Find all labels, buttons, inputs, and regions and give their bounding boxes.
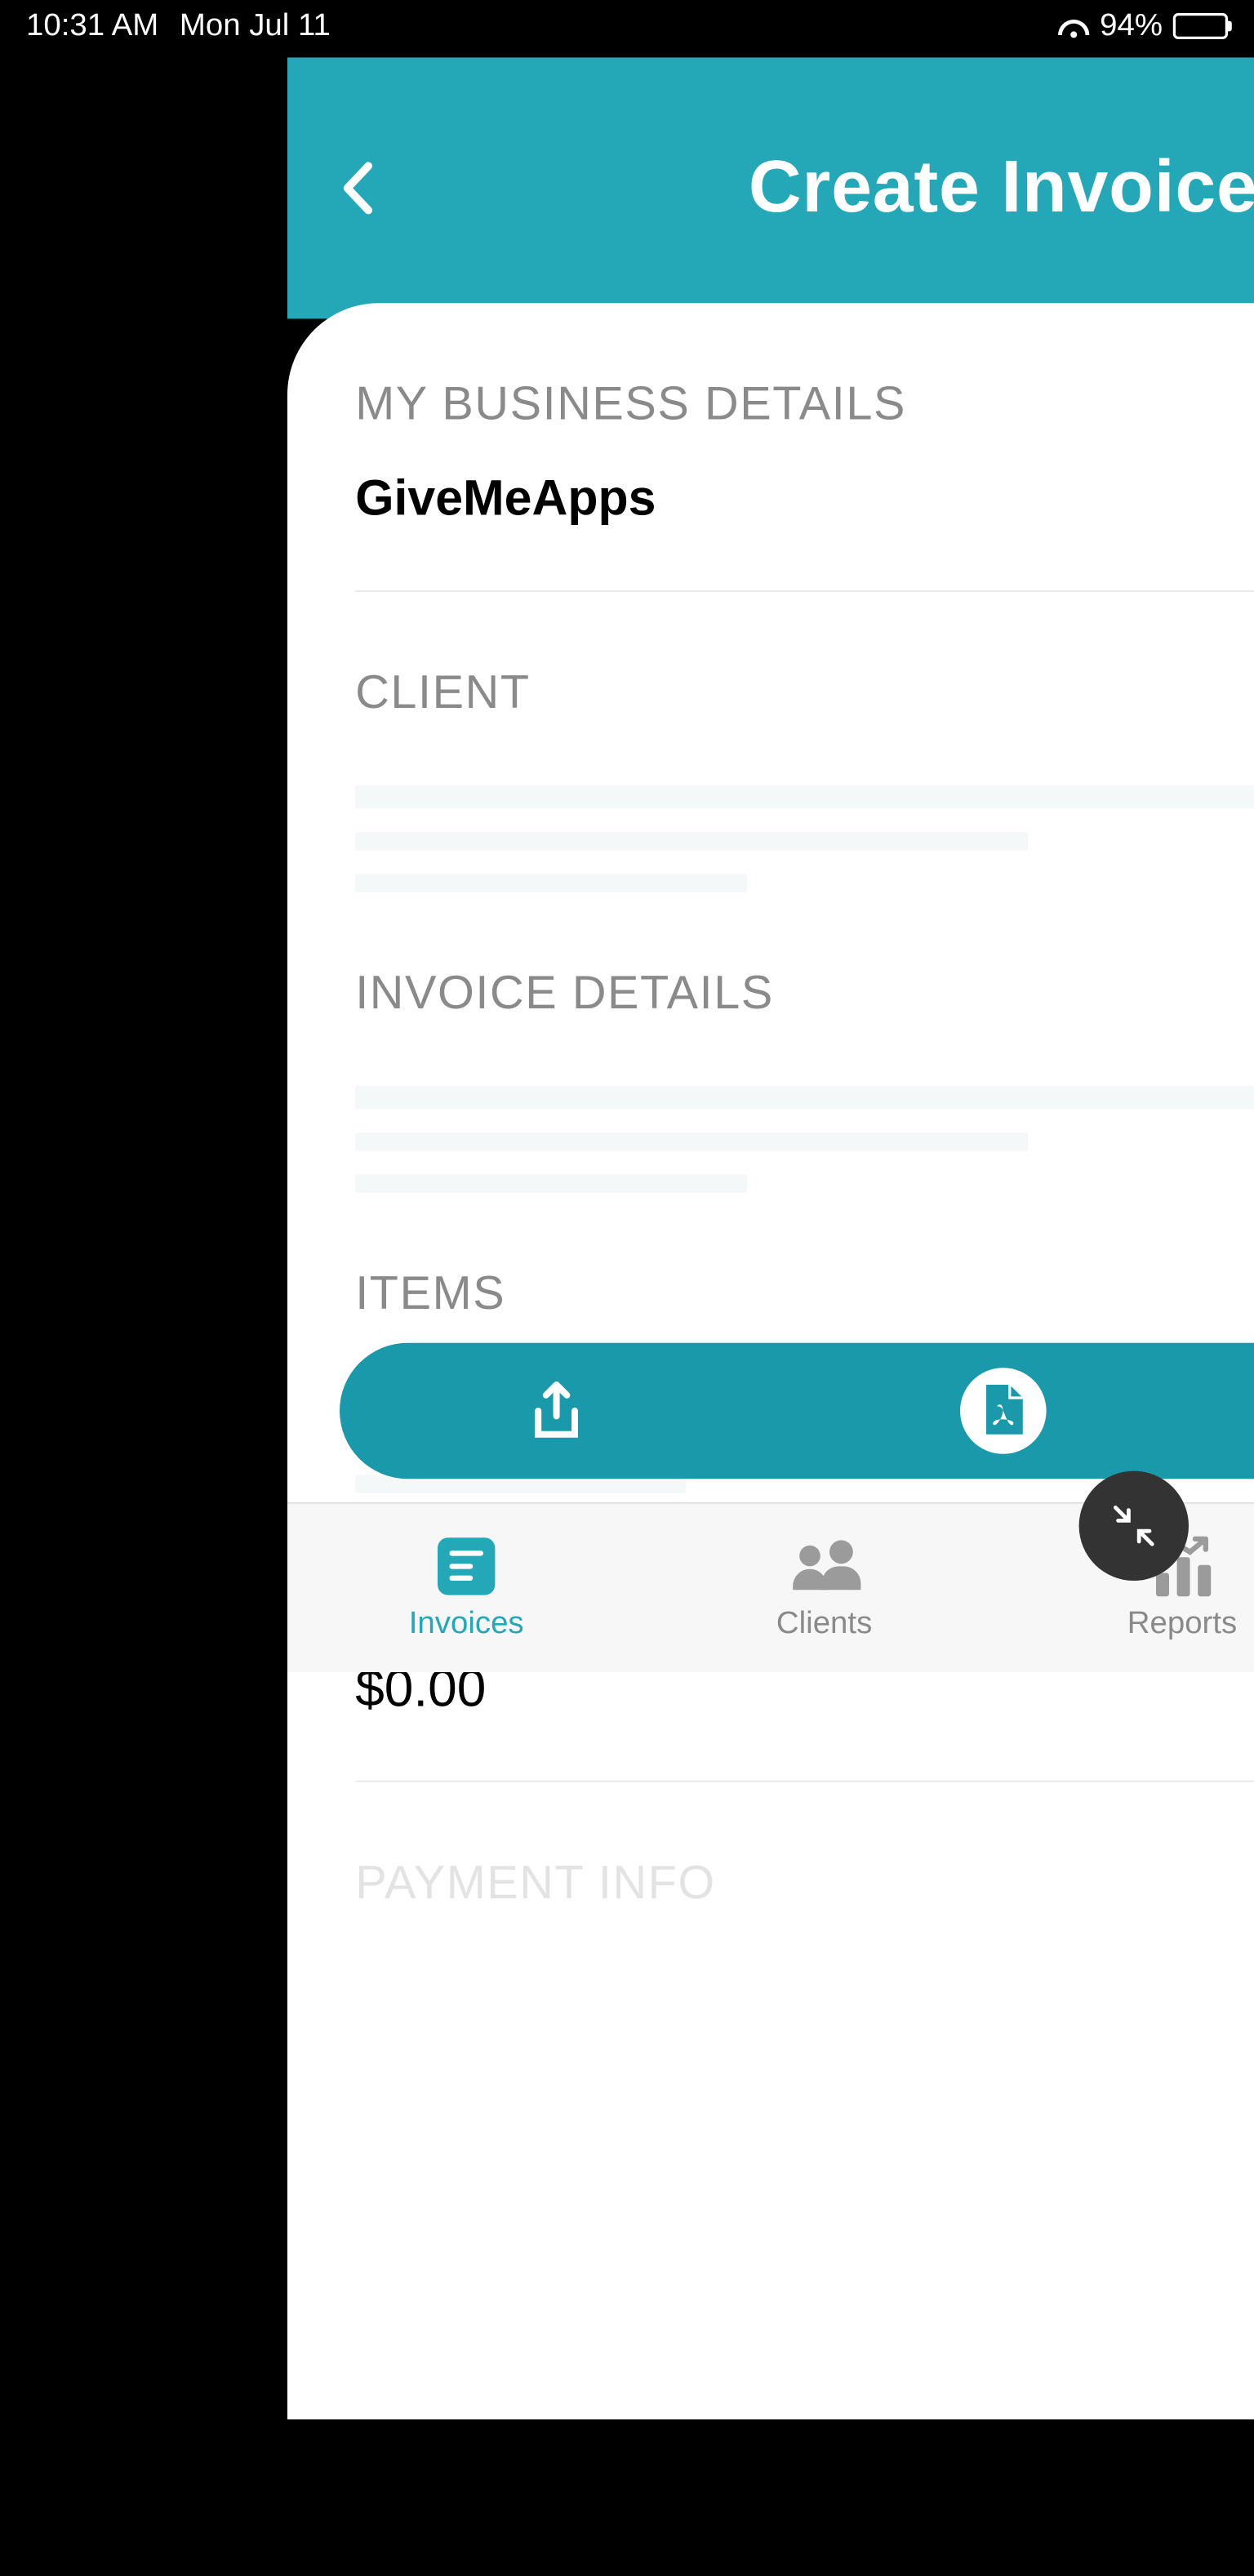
section-items-title: ITEMS [355, 1266, 1254, 1320]
business-name: GiveMeApps [355, 471, 656, 527]
section-payment-info: PAYMENT INFO [355, 1855, 1254, 1910]
status-date: Mon Jul 11 [180, 8, 331, 45]
tab-invoices[interactable]: Invoices [287, 1504, 645, 1672]
status-time: 10:31 AM [26, 8, 158, 45]
clients-icon [793, 1540, 856, 1592]
section-business: MY BUSINESS DETAILS GiveMeApps [355, 376, 1254, 592]
divider [355, 1781, 1254, 1782]
collapse-icon [1108, 1500, 1160, 1552]
app-header: Create Invoice Save [287, 57, 1254, 318]
pip-collapse-button[interactable] [1079, 1471, 1189, 1581]
back-button[interactable] [340, 159, 392, 231]
section-payment-info-title: PAYMENT INFO [355, 1855, 1254, 1910]
wifi-icon [1058, 15, 1089, 38]
tab-invoices-label: Invoices [409, 1605, 524, 1642]
app-frame: Create Invoice Save MY BUSINESS DETAILS … [287, 57, 1254, 2576]
client-placeholder [355, 785, 1254, 892]
page-title: Create Invoice [749, 144, 1254, 229]
section-client-title: CLIENT [355, 665, 1254, 719]
share-icon [526, 1380, 589, 1443]
pdf-button[interactable] [960, 1368, 1047, 1454]
tab-reports-label: Reports [1127, 1605, 1237, 1642]
status-bar: 10:31 AM Mon Jul 11 94% [0, 0, 1254, 52]
section-invoice-details: INVOICE DETAILS [355, 965, 1254, 1192]
invoice-details-placeholder [355, 1086, 1254, 1193]
tab-clients[interactable]: Clients [645, 1504, 1003, 1672]
action-bar [340, 1343, 1254, 1479]
section-business-title: MY BUSINESS DETAILS [355, 376, 1254, 431]
battery-percent: 94% [1100, 8, 1163, 45]
invoices-icon [438, 1537, 495, 1594]
share-button[interactable] [526, 1380, 589, 1443]
battery-icon [1173, 13, 1228, 39]
section-client: CLIENT [355, 665, 1254, 892]
divider [355, 590, 1254, 592]
tab-clients-label: Clients [776, 1605, 872, 1642]
pdf-icon [978, 1382, 1028, 1439]
section-invoice-details-title: INVOICE DETAILS [355, 965, 1254, 1020]
